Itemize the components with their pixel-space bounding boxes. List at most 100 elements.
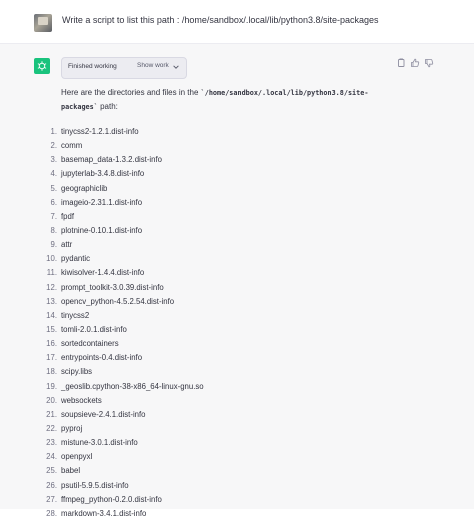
list-item: 8. plotnine-0.10.1.dist-info — [50, 224, 401, 238]
list-item: 14. tinycss2 — [46, 309, 401, 323]
list-item-number: 23. — [46, 438, 57, 448]
list-item: 6. imageio-2.31.1.dist-info — [50, 196, 401, 210]
intro-paragraph: Here are the directories and files in th… — [61, 86, 401, 114]
list-item: 23. mistune-3.0.1.dist-info — [46, 436, 401, 450]
list-item-text: pydantic — [61, 254, 91, 264]
list-item-number: 5. — [50, 183, 57, 193]
intro-text-before: Here are the directories and files in th… — [61, 88, 201, 97]
list-item: 21. soupsieve-2.4.1.dist-info — [46, 408, 401, 422]
list-item-number: 22. — [46, 423, 57, 433]
list-item-text: psutil-5.9.5.dist-info — [61, 480, 129, 490]
list-item-number: 17. — [46, 353, 57, 363]
show-work-button[interactable]: Show work — [137, 62, 169, 69]
list-item: 2. comm — [50, 139, 401, 153]
list-item: 9. attr — [50, 238, 401, 252]
list-item-text: soupsieve-2.4.1.dist-info — [61, 409, 146, 419]
chevron-down-icon[interactable] — [172, 63, 180, 71]
list-item-text: comm — [61, 141, 83, 151]
list-item: 17. entrypoints-0.4.dist-info — [46, 351, 401, 365]
list-item: 3. basemap_data-1.3.2.dist-info — [50, 153, 401, 167]
list-item-text: tomli-2.0.1.dist-info — [61, 324, 127, 334]
list-item-number: 21. — [46, 409, 57, 419]
list-item-text: fpdf — [61, 211, 75, 221]
list-item-number: 11. — [46, 268, 57, 278]
list-item-text: jupyterlab-3.4.8.dist-info — [61, 169, 145, 179]
list-item-text: plotnine-0.10.1.dist-info — [61, 225, 143, 235]
list-item: 26. psutil-5.9.5.dist-info — [46, 479, 401, 493]
list-item-number: 25. — [46, 466, 57, 476]
list-item-text: websockets — [61, 395, 102, 405]
list-item-number: 26. — [46, 480, 57, 490]
list-item-text: _geoslib.cpython-38-x86_64-linux-gnu.so — [61, 381, 204, 391]
list-item-text: imageio-2.31.1.dist-info — [61, 197, 143, 207]
finished-working-panel: Finished working Show work — [61, 57, 187, 79]
thumbs-up-icon[interactable] — [410, 58, 420, 68]
list-item: 27. ffmpeg_python-0.2.0.dist-info — [46, 493, 401, 507]
list-item-number: 8. — [50, 225, 57, 235]
list-item: 7. fpdf — [50, 210, 401, 224]
list-item-number: 24. — [46, 452, 57, 462]
list-item-number: 13. — [46, 296, 57, 306]
list-item-number: 19. — [46, 381, 57, 391]
list-item: 18. scipy.libs — [46, 365, 401, 379]
list-item: 13. opencv_python-4.5.2.54.dist-info — [46, 295, 401, 309]
message-actions — [396, 58, 436, 68]
list-item: 22. pyproj — [46, 422, 401, 436]
list-item-number: 18. — [46, 367, 57, 377]
list-item-text: opencv_python-4.5.2.54.dist-info — [61, 296, 175, 306]
list-item-number: 14. — [46, 310, 57, 320]
list-item: 16. sortedcontainers — [46, 337, 401, 351]
list-item: 25. babel — [46, 464, 401, 478]
list-item: 24. openpyxl — [46, 450, 401, 464]
list-item-text: attr — [61, 240, 73, 250]
user-message-row: Write a script to list this path : /home… — [0, 0, 474, 44]
list-item: 12. prompt_toolkit-3.0.39.dist-info — [46, 281, 401, 295]
list-item: 15. tomli-2.0.1.dist-info — [46, 323, 401, 337]
list-item: 20. websockets — [46, 394, 401, 408]
list-item: 10. pydantic — [46, 252, 401, 266]
list-item-text: sortedcontainers — [61, 339, 119, 349]
list-item-text: openpyxl — [61, 452, 93, 462]
list-item-number: 2. — [50, 141, 57, 151]
list-item-number: 10. — [46, 254, 57, 264]
list-item: 5. geographiclib — [50, 182, 401, 196]
list-item: 11. kiwisolver-1.4.4.dist-info — [47, 266, 401, 280]
list-item-text: tinycss2 — [61, 310, 90, 320]
list-item-text: babel — [61, 466, 81, 476]
list-item-number: 7. — [50, 211, 57, 221]
list-item-text: scipy.libs — [61, 367, 93, 377]
user-avatar — [34, 14, 52, 32]
list-item-number: 20. — [46, 395, 57, 405]
list-item-number: 4. — [50, 169, 57, 179]
list-item-number: 6. — [50, 197, 57, 207]
thumbs-down-icon[interactable] — [424, 58, 434, 68]
list-item-number: 12. — [46, 282, 57, 292]
openai-logo-icon — [34, 58, 50, 74]
list-item: 4. jupyterlab-3.4.8.dist-info — [50, 167, 401, 181]
list-item-text: kiwisolver-1.4.4.dist-info — [61, 268, 145, 278]
list-item-text: pyproj — [61, 423, 83, 433]
finished-working-label: Finished working — [68, 63, 117, 70]
list-item-number: 3. — [50, 155, 57, 165]
assistant-message-row: Finished working Show work Here are the … — [0, 44, 474, 518]
list-item-number: 27. — [46, 494, 57, 504]
intro-text-after: path: — [97, 102, 118, 111]
user-message-text: Write a script to list this path : /home… — [62, 15, 379, 25]
list-item-text: geographiclib — [61, 183, 108, 193]
list-item-number: 15. — [46, 324, 57, 334]
list-item: 1. tinycss2-1.2.1.dist-info — [50, 125, 401, 139]
list-item-text: basemap_data-1.3.2.dist-info — [61, 155, 162, 165]
assistant-message-content: Here are the directories and files in th… — [46, 86, 401, 521]
list-item-text: mistune-3.0.1.dist-info — [61, 438, 138, 448]
list-item: 19. _geoslib.cpython-38-x86_64-linux-gnu.… — [46, 380, 401, 394]
list-item-text: prompt_toolkit-3.0.39.dist-info — [61, 282, 164, 292]
list-item-text: markdown-3.4.1.dist-info — [61, 508, 147, 518]
copy-icon[interactable] — [396, 58, 406, 68]
list-item-number: 16. — [46, 339, 57, 349]
list-item-number: 9. — [50, 240, 57, 250]
list-item-number: 1. — [50, 127, 57, 136]
list-item-text: ffmpeg_python-0.2.0.dist-info — [61, 494, 162, 504]
list-item-text: entrypoints-0.4.dist-info — [61, 353, 143, 363]
site-packages-list: 1. tinycss2-1.2.1.dist-info 2. comm 3. basema… — [46, 125, 401, 521]
list-item-text: tinycss2-1.2.1.dist-info — [61, 127, 139, 136]
